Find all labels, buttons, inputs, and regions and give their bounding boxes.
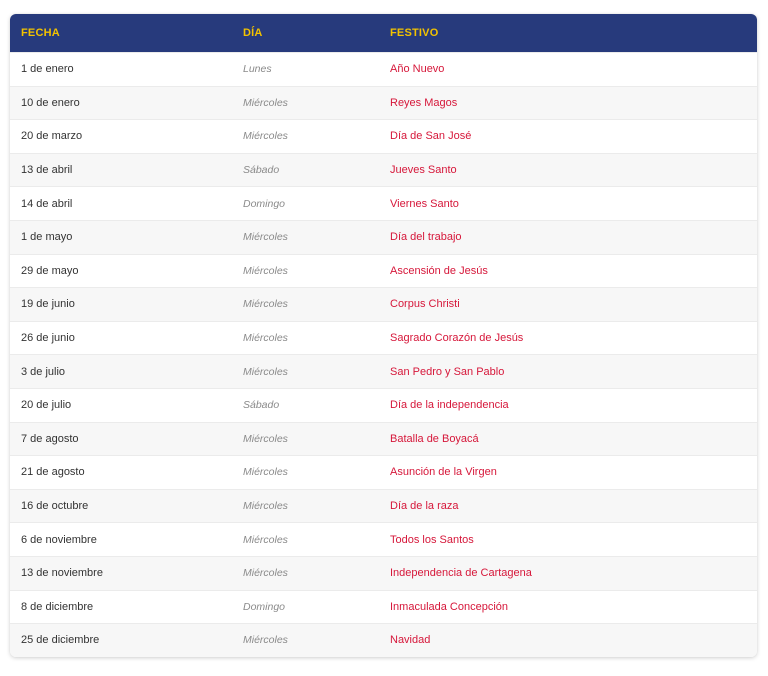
cell-dia: Miércoles [243,231,288,244]
cell-dia: Sábado [243,399,280,412]
table-row: 14 de abril Domingo Viernes Santo [10,186,757,220]
table-row: 16 de octubre Miércoles Día de la raza [10,488,757,523]
cell-festivo: Navidad [390,634,431,647]
cell-fecha: 20 de julio [21,399,72,412]
cell-festivo: Viernes Santo [390,197,459,210]
table-row: 26 de junio Miércoles Sagrado Corazón de J… [10,320,757,355]
table-row: 6 de noviembre Miércoles Todos los Santos [10,522,757,556]
table-row: 21 de agosto Miércoles Asunción de la Virg… [10,455,757,489]
table-row: 19 de junio Miércoles Corpus Christi [10,287,757,321]
cell-dia: Sábado [243,164,280,177]
cell-fecha: 3 de julio [21,365,66,378]
cell-dia: Miércoles [243,332,288,345]
cell-fecha: 20 de marzo [21,130,83,143]
table-row: 3 de julio Miércoles San Pedro y San Pablo [10,354,757,388]
table-row: 8 de diciembre Domingo Inmaculada Concepci… [10,589,757,624]
cell-festivo: Todos los Santos [390,533,474,546]
cell-fecha: 7 de agosto [21,432,79,445]
cell-festivo: Corpus Christi [390,298,460,311]
table-row: 1 de enero Lunes Año Nuevo [10,52,757,86]
cell-dia: Miércoles [243,533,288,546]
cell-fecha: 16 de octubre [21,500,89,513]
cell-festivo: Inmaculada Concepción [390,600,509,613]
column-header-dia: DÍA [243,27,263,39]
table-row: 1 de mayo Miércoles Día del trabajo [10,219,757,254]
column-header-fecha: FECHA [21,27,60,39]
column-header-festivo: FESTIVO [390,27,439,39]
cell-dia: Miércoles [243,365,288,378]
cell-fecha: 6 de noviembre [21,533,97,546]
cell-dia: Miércoles [243,130,288,143]
cell-festivo: Ascensión de Jesús [390,264,488,277]
cell-dia: Miércoles [243,432,288,445]
cell-festivo: Año Nuevo [390,63,445,76]
cell-festivo: Día de la raza [390,500,459,513]
cell-festivo: Jueves Santo [390,164,457,177]
cell-dia: Miércoles [243,567,288,580]
table-row: 10 de enero Miércoles Reyes Magos [10,85,757,120]
table-row: 7 de agosto Miércoles Batalla de Boyacá [10,421,757,456]
table-row: 13 de abril Sábado Jueves Santo [10,152,757,187]
holidays-table: FECHA DÍA FESTIVO 1 de enero Lunes Año Nue… [10,14,757,657]
cell-dia: Domingo [243,197,286,210]
cell-fecha: 1 de mayo [21,231,73,244]
cell-festivo: Independencia de Cartagena [390,567,532,580]
cell-dia: Domingo [243,600,286,613]
cell-festivo: Asunción de la Virgen [390,466,497,479]
cell-dia: Miércoles [243,634,288,647]
table-body: 1 de enero Lunes Año Nuevo 10 de enero Miérc… [10,52,757,657]
table-row: 13 de noviembre Miércoles Independencia de… [10,555,757,590]
table-row: 20 de julio Sábado Día de la independencia [10,387,757,422]
cell-dia: Miércoles [243,264,288,277]
cell-fecha: 29 de mayo [21,264,79,277]
cell-fecha: 13 de abril [21,164,73,177]
cell-fecha: 14 de abril [21,197,73,210]
cell-dia: Miércoles [243,500,288,513]
cell-festivo: Día de San José [390,130,472,143]
cell-dia: Miércoles [243,96,288,109]
cell-festivo: Día de la independencia [390,399,509,412]
cell-fecha: 8 de diciembre [21,600,94,613]
cell-festivo: San Pedro y San Pablo [390,365,505,378]
cell-fecha: 26 de junio [21,332,75,345]
cell-dia: Lunes [243,63,272,76]
cell-fecha: 25 de diciembre [21,634,100,647]
cell-dia: Miércoles [243,298,288,311]
cell-fecha: 19 de junio [21,298,75,311]
table-row: 25 de diciembre Miércoles Navidad [10,623,757,657]
cell-festivo: Sagrado Corazón de Jesús [390,332,524,345]
cell-dia: Miércoles [243,466,288,479]
cell-fecha: 13 de noviembre [21,567,103,580]
cell-fecha: 10 de enero [21,96,80,109]
cell-festivo: Día del trabajo [390,231,462,244]
cell-festivo: Batalla de Boyacá [390,432,479,445]
cell-fecha: 1 de enero [21,63,74,76]
table-row: 20 de marzo Miércoles Día de San José [10,119,757,153]
cell-festivo: Reyes Magos [390,96,458,109]
table-row: 29 de mayo Miércoles Ascensión de Jesús [10,253,757,288]
cell-fecha: 21 de agosto [21,466,85,479]
table-header: FECHA DÍA FESTIVO [10,14,757,52]
